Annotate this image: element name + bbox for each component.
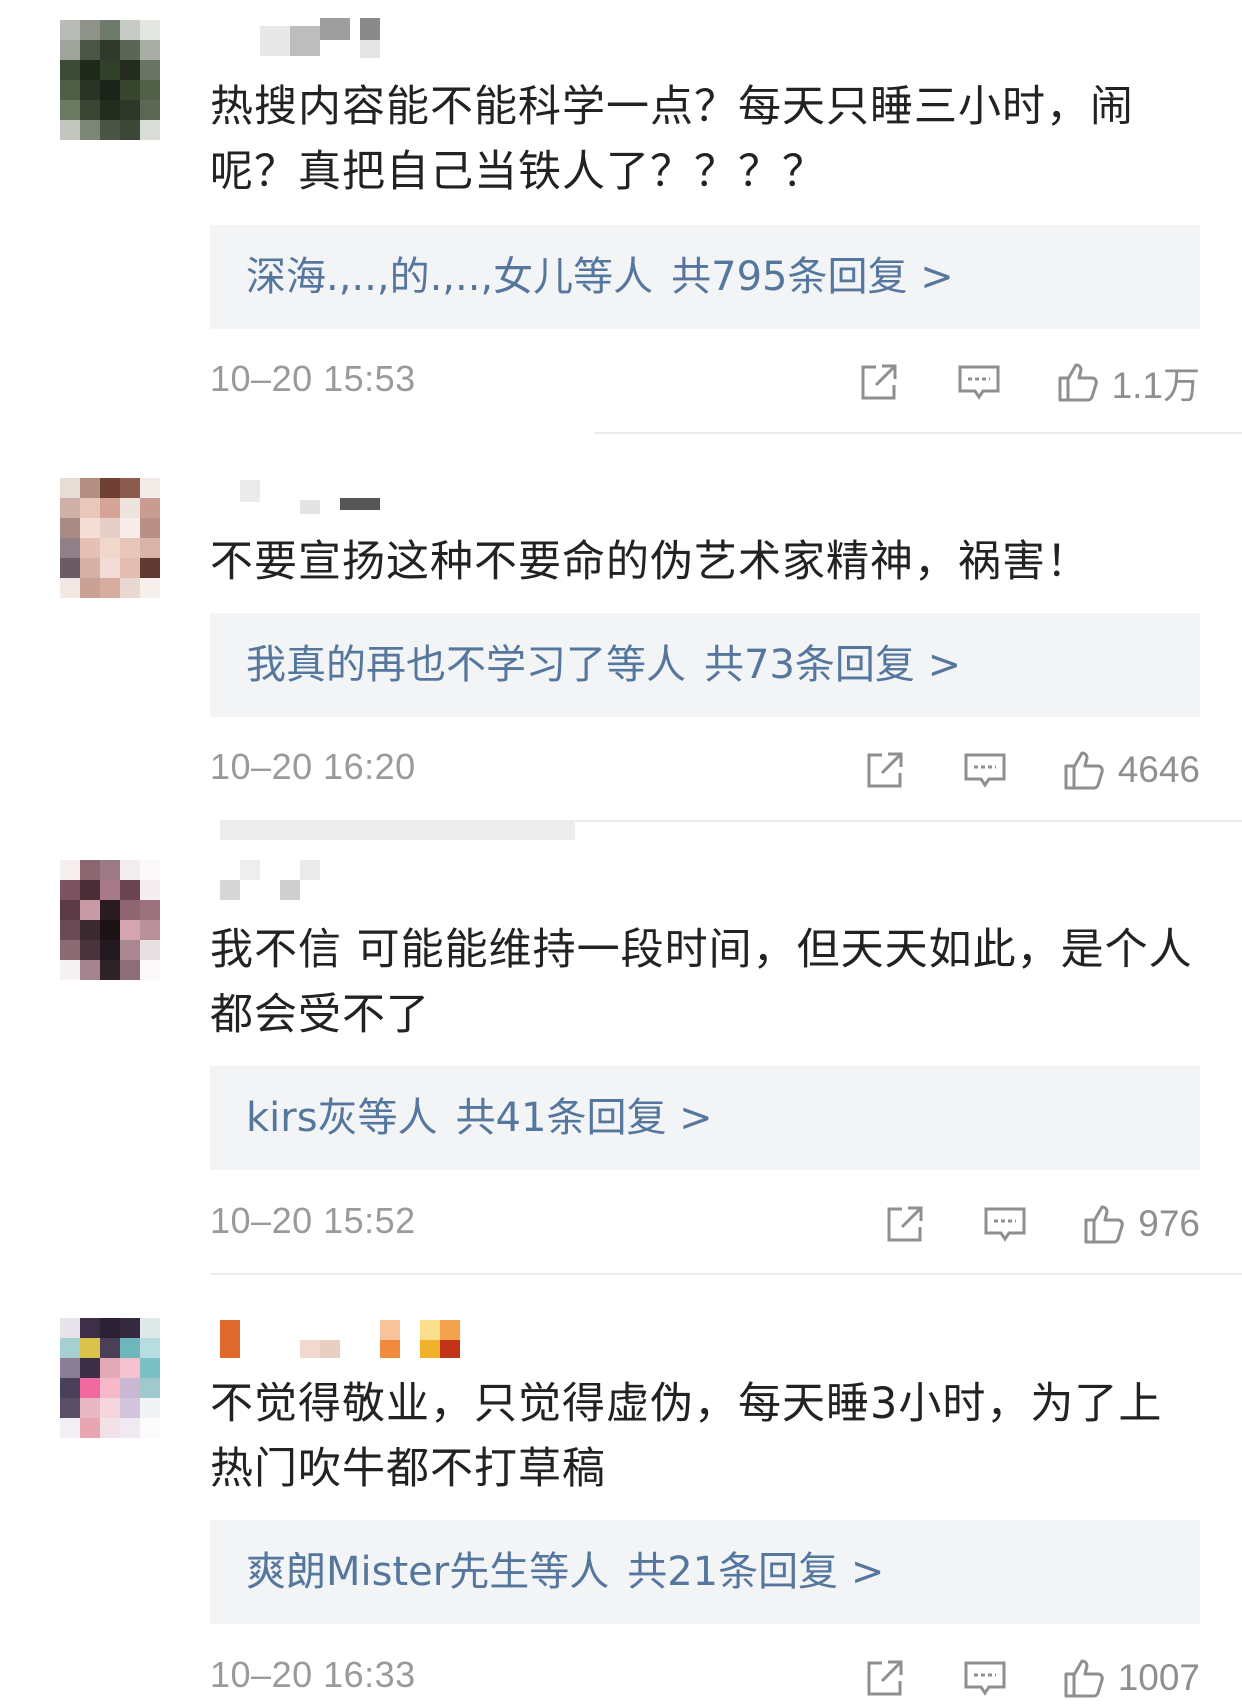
thumbs-up-icon[interactable] xyxy=(1062,747,1108,793)
comment-actions: 1007 xyxy=(862,1648,1200,1708)
comment-actions: 1.1万 xyxy=(856,352,1200,412)
thumbs-up-icon[interactable] xyxy=(1062,1655,1108,1701)
comment-text: 热搜内容能不能科学一点？每天只睡三小时，闹呢？真把自己当铁人了？？？？ xyxy=(210,82,1134,197)
reply-users: 爽朗Mister先生等人 xyxy=(246,1549,610,1595)
reply-count: 共73条回复 > xyxy=(704,642,962,688)
comment-icon[interactable] xyxy=(962,1655,1008,1701)
share-icon[interactable] xyxy=(856,359,902,405)
comment-text: 不觉得敬业，只觉得虚伪，每天睡3小时，为了上热门吹牛都不打草稿 xyxy=(210,1379,1163,1494)
share-icon[interactable] xyxy=(882,1201,928,1247)
username-blurred[interactable] xyxy=(220,478,420,518)
comment-actions: 976 xyxy=(882,1194,1200,1254)
username-blurred[interactable] xyxy=(220,18,420,58)
like-count: 976 xyxy=(1138,1203,1200,1244)
username-blurred[interactable] xyxy=(220,1320,460,1360)
thumbs-up-icon[interactable] xyxy=(1056,359,1102,405)
thumbs-up-icon[interactable] xyxy=(1082,1201,1128,1247)
reply-users: 深海.,..,的.,..,女儿等人 xyxy=(246,254,654,300)
reply-count: 共41条回复 > xyxy=(455,1095,713,1141)
share-icon[interactable] xyxy=(862,747,908,793)
replies-link[interactable]: 我真的再也不学习了等人 共73条回复 > xyxy=(210,613,1200,717)
replies-link[interactable]: 深海.,..,的.,..,女儿等人 共795条回复 > xyxy=(210,225,1200,329)
share-icon[interactable] xyxy=(862,1655,908,1701)
avatar[interactable] xyxy=(60,478,160,598)
comment-icon[interactable] xyxy=(956,359,1002,405)
comment-meta: 10–20 15:52 976 xyxy=(210,1194,1200,1254)
like-count: 4646 xyxy=(1117,749,1200,790)
divider xyxy=(210,1273,1242,1275)
comment-time: 10–20 15:52 xyxy=(210,1200,416,1241)
divider xyxy=(595,432,1242,434)
like-count: 1.1万 xyxy=(1111,365,1200,406)
avatar[interactable] xyxy=(60,860,160,980)
comment-time: 10–20 15:53 xyxy=(210,358,416,399)
comment-meta: 10–20 15:53 1.1万 xyxy=(210,352,1200,412)
comment-actions: 4646 xyxy=(862,740,1200,800)
username-blurred[interactable] xyxy=(220,860,420,900)
reply-count: 共795条回复 > xyxy=(671,254,954,300)
avatar[interactable] xyxy=(60,1318,160,1438)
comment-time: 10–20 16:33 xyxy=(210,1654,416,1695)
comment-icon[interactable] xyxy=(962,747,1008,793)
replies-link[interactable]: 爽朗Mister先生等人 共21条回复 > xyxy=(210,1520,1200,1624)
replies-link[interactable]: kirs灰等人 共41条回复 > xyxy=(210,1066,1200,1170)
reply-users: kirs灰等人 xyxy=(246,1095,438,1141)
like-count: 1007 xyxy=(1117,1657,1200,1698)
comment-text: 不要宣扬这种不要命的伪艺术家精神，祸害！ xyxy=(210,537,1090,587)
avatar[interactable] xyxy=(60,20,160,140)
comment-meta: 10–20 16:33 1007 xyxy=(210,1648,1200,1708)
comment-meta: 10–20 16:20 4646 xyxy=(210,740,1200,800)
divider-smudge xyxy=(220,822,575,840)
comment-text: 我不信 可能能维持一段时间，但天天如此，是个人都会受不了 xyxy=(210,925,1193,1040)
comment-time: 10–20 16:20 xyxy=(210,746,416,787)
reply-count: 共21条回复 > xyxy=(627,1549,885,1595)
comment-icon[interactable] xyxy=(982,1201,1028,1247)
reply-users: 我真的再也不学习了等人 xyxy=(246,642,686,688)
